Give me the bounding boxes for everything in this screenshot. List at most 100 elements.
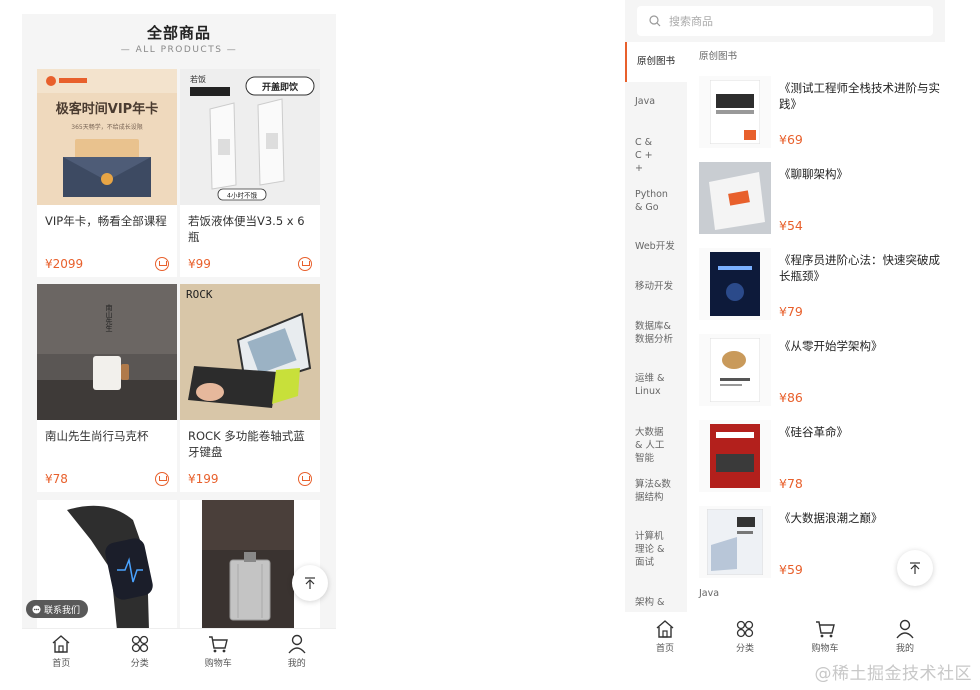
product-price: ¥78 (45, 472, 68, 486)
book-title: 《测试工程师全栈技术进阶与实践》 (779, 81, 940, 111)
cart-icon (209, 636, 229, 653)
search-bar: 搜索商品 (625, 0, 945, 42)
product-price: ¥99 (188, 257, 211, 271)
category-item-algorithms[interactable]: 算法&数据结构 (625, 478, 683, 504)
contact-us-button[interactable]: 联系我们 (26, 600, 89, 618)
tab-cart[interactable]: 购物车 (188, 634, 248, 669)
product-card[interactable]: 南山先生 南山先生尚行马克杯 ¥78 (37, 284, 177, 492)
category-item-java[interactable]: Java (625, 95, 687, 108)
book-title: 《从零开始学架构》 (779, 339, 883, 353)
category-item-python-go[interactable]: Python & Go (625, 188, 673, 214)
book-title: 《程序员进阶心法：快速突破成长瓶颈》 (779, 253, 940, 283)
book-cover (699, 420, 771, 492)
category-item-c-cpp[interactable]: C & C + + (625, 136, 671, 175)
search-icon (649, 15, 661, 27)
page-title: 全部商品 (146, 24, 211, 42)
page-subtitle: — ALL PRODUCTS — (120, 45, 238, 55)
category-icon (131, 635, 148, 653)
product-list: 原创图书 《测试工程师全栈技术进阶与实践》 ¥69 《聊聊架构》 ¥54 《程序… (687, 42, 945, 612)
tab-home[interactable]: 首页 (31, 634, 91, 669)
section-title: 原创图书 (699, 51, 738, 62)
tab-cart[interactable]: 购物车 (795, 619, 855, 654)
product-card[interactable]: 若饭 开盖即饮 4小时不饿 若饭液体便当V3.5 x 6瓶 ¥99 (180, 69, 320, 277)
product-price: ¥2099 (45, 257, 84, 271)
category-item-bigdata-ai[interactable]: 大数据 & 人工智能 (625, 426, 683, 465)
product-image: 若饭 开盖即饮 4小时不饿 (180, 69, 320, 205)
tab-label: 分类 (735, 643, 754, 654)
book-item[interactable]: 《硅谷革命》 ¥78 (699, 420, 945, 500)
svg-text:4小时不饿: 4小时不饿 (227, 191, 258, 200)
book-cover (699, 506, 771, 578)
category-item-cs-theory[interactable]: 计算机理论 & 面试 (625, 530, 681, 569)
book-item[interactable]: 《聊聊架构》 ¥54 (699, 162, 945, 242)
add-to-cart-icon[interactable] (155, 257, 169, 271)
home-icon (656, 619, 674, 638)
book-cover (699, 76, 771, 148)
product-price: ¥199 (188, 472, 219, 486)
product-name: ROCK 多功能卷轴式蓝牙键盘 (188, 429, 305, 459)
svg-text:开盖即饮: 开盖即饮 (262, 81, 299, 93)
book-title: 《硅谷革命》 (779, 425, 848, 439)
category-item-web[interactable]: Web开发 (625, 240, 687, 253)
book-price: ¥59 (779, 562, 803, 577)
tab-bar: 首页 分类 购物车 我的 (22, 628, 336, 674)
category-item-mobile[interactable]: 移动开发 (625, 280, 687, 293)
book-item[interactable]: 《测试工程师全栈技术进阶与实践》 ¥69 (699, 76, 945, 156)
tab-label: 购物车 (811, 643, 839, 654)
tab-category[interactable]: 分类 (715, 619, 775, 654)
category-item-original-books[interactable]: 原创图书 (625, 42, 687, 82)
page-header: 全部商品 — ALL PRODUCTS — (22, 14, 336, 64)
svg-text:若饭: 若饭 (190, 74, 206, 84)
product-name: VIP年卡，畅看全部课程 (45, 214, 167, 228)
arrow-up-icon (305, 577, 315, 589)
product-card[interactable]: 极客时间VIP年卡 365天畅学，不给成长设限 VIP年卡，畅看全部课程 ¥20… (37, 69, 177, 277)
category-screen: 搜索商品 原创图书 Java C & C + + Python & Go Web… (625, 0, 945, 660)
contact-label: 联系我们 (44, 605, 81, 616)
add-to-cart-icon[interactable] (298, 257, 312, 271)
category-sidebar: 原创图书 Java C & C + + Python & Go Web开发 移动… (625, 42, 687, 612)
tab-label: 首页 (655, 643, 674, 654)
book-price: ¥69 (779, 132, 803, 147)
tab-label: 我的 (895, 643, 914, 654)
book-item[interactable]: 《从零开始学架构》 ¥86 (699, 334, 945, 414)
svg-text:南山先生: 南山先生 (105, 303, 113, 332)
tab-mine[interactable]: 我的 (875, 619, 935, 654)
tab-home[interactable]: 首页 (635, 619, 695, 654)
book-cover (699, 162, 771, 234)
product-name: 南山先生尚行马克杯 (45, 429, 149, 443)
product-card[interactable]: ROCK ROCK 多功能卷轴式蓝牙键盘 ¥199 (180, 284, 320, 492)
chat-icon (32, 604, 41, 614)
tab-category[interactable]: 分类 (110, 634, 170, 669)
tab-mine[interactable]: 我的 (267, 634, 327, 669)
search-placeholder: 搜索商品 (669, 15, 713, 28)
product-image: ROCK (180, 284, 320, 420)
product-image: 极客时间VIP年卡 365天畅学，不给成长设限 (37, 69, 177, 205)
watermark: @稀土掘金技术社区 (814, 664, 972, 684)
add-to-cart-icon[interactable] (298, 472, 312, 486)
product-image: 南山先生 (37, 284, 177, 420)
tab-label: 我的 (287, 659, 306, 669)
tab-bar: 首页 分类 购物车 我的 (625, 612, 945, 660)
category-item-architecture[interactable]: 架构 & (625, 596, 687, 609)
back-to-top-button[interactable] (897, 550, 933, 586)
book-item[interactable]: 《程序员进阶心法：快速突破成长瓶颈》 ¥79 (699, 248, 945, 328)
tab-label: 分类 (130, 659, 149, 669)
product-name: 若饭液体便当V3.5 x 6瓶 (188, 214, 305, 244)
book-price: ¥86 (779, 390, 803, 405)
book-cover (699, 334, 771, 406)
cart-icon (816, 620, 835, 637)
arrow-up-icon (910, 562, 920, 574)
book-price: ¥79 (779, 304, 803, 319)
book-cover (699, 248, 771, 320)
category-icon (736, 620, 754, 637)
all-products-screen: 全部商品 — ALL PRODUCTS — 极客时间VIP年卡 365天畅学，不… (22, 14, 336, 674)
section-title: Java (699, 588, 720, 599)
category-item-ops-linux[interactable]: 运维 & Linux (625, 372, 675, 398)
category-item-database[interactable]: 数据库&数据分析 (625, 320, 683, 346)
home-icon (52, 635, 70, 653)
user-icon (288, 634, 306, 654)
search-input[interactable]: 搜索商品 (637, 6, 933, 36)
back-to-top-button[interactable] (292, 565, 328, 601)
add-to-cart-icon[interactable] (155, 472, 169, 486)
book-title: 《大数据浪潮之巅》 (779, 511, 883, 525)
